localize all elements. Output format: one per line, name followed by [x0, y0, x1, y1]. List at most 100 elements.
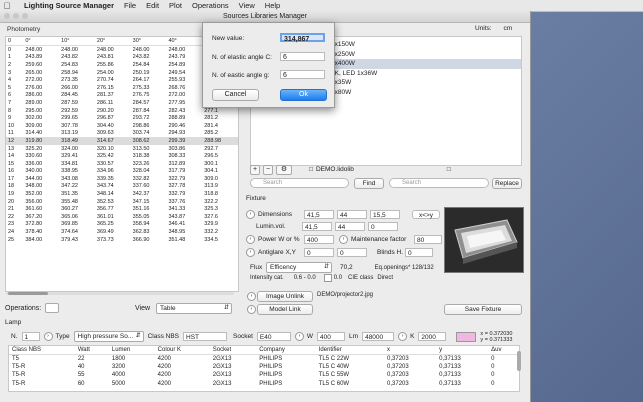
- photometry-cell[interactable]: 268.76: [166, 84, 202, 92]
- photometry-cell[interactable]: 355.48: [59, 198, 95, 206]
- photometry-cell[interactable]: 351.35: [59, 190, 95, 198]
- photometry-cell[interactable]: 384.00: [23, 236, 59, 244]
- photometry-cell[interactable]: 334.81: [59, 160, 95, 168]
- photometry-cell[interactable]: 329.41: [59, 152, 95, 160]
- antiglare-y-field[interactable]: 0: [337, 248, 367, 257]
- photometry-cell[interactable]: 9: [6, 114, 23, 122]
- photometry-cell[interactable]: 285.2: [202, 130, 238, 138]
- photometry-cell[interactable]: 348.95: [166, 228, 202, 236]
- zoom-window-icon[interactable]: [22, 13, 28, 19]
- menu-help[interactable]: Help: [265, 1, 280, 10]
- photometry-cell[interactable]: 317.79: [166, 168, 202, 176]
- photometry-cell[interactable]: 378.40: [23, 228, 59, 236]
- photometry-cell[interactable]: 307.78: [59, 122, 95, 130]
- photometry-cell[interactable]: 255.86: [95, 61, 131, 69]
- photometry-cell[interactable]: 369.49: [95, 228, 131, 236]
- photometry-cell[interactable]: 292.59: [59, 107, 95, 115]
- photometry-cell[interactable]: 356.00: [23, 198, 59, 206]
- photometry-cell[interactable]: 294.93: [166, 130, 202, 138]
- photometry-cell[interactable]: 366.90: [131, 236, 167, 244]
- photometry-cell[interactable]: 286.11: [95, 99, 131, 107]
- photometry-row[interactable]: 15 336.00 334.81 330.57 323.26 312.89 300.1: [6, 160, 238, 168]
- model-link-button[interactable]: Model Link: [257, 304, 313, 315]
- photometry-cell[interactable]: 322.2: [202, 198, 238, 206]
- photometry-cell[interactable]: 309.63: [95, 130, 131, 138]
- photometry-cell[interactable]: 5: [6, 84, 23, 92]
- photometry-cell[interactable]: 272.00: [23, 76, 59, 84]
- photometry-cell[interactable]: 365.06: [59, 213, 95, 221]
- photometry-row[interactable]: 13 325.20 324.00 320.10 313.50 303.86 292.7: [6, 145, 238, 153]
- photometry-cell[interactable]: 302.00: [23, 114, 59, 122]
- photometry-cell[interactable]: 296.5: [202, 152, 238, 160]
- photometry-cell[interactable]: 243.81: [95, 54, 131, 62]
- photometry-cell[interactable]: 16: [6, 168, 23, 176]
- photometry-cell[interactable]: 300.1: [202, 160, 238, 168]
- photometry-cell[interactable]: 336.00: [23, 160, 59, 168]
- photometry-cell[interactable]: 284.45: [59, 92, 95, 100]
- photometry-cell[interactable]: 4: [6, 76, 23, 84]
- photometry-cell[interactable]: 6: [6, 92, 23, 100]
- photometry-cell[interactable]: 2: [6, 61, 23, 69]
- lamp-type-select[interactable]: High pressure So... ⇵: [73, 331, 144, 342]
- photometry-cell[interactable]: 276.00: [23, 84, 59, 92]
- photometry-cell[interactable]: 332.82: [131, 175, 167, 183]
- photometry-cell[interactable]: 7: [6, 99, 23, 107]
- photometry-cell[interactable]: 24: [6, 228, 23, 236]
- photometry-cell[interactable]: 344.00: [23, 175, 59, 183]
- chevron-right-icon[interactable]: ›: [246, 235, 255, 244]
- lamp-table-row[interactable]: T5-R 55 4000 4200 2GX13 PHILIPS TL5 C 55W 0,372…: [9, 371, 519, 379]
- photometry-cell[interactable]: 318.38: [131, 152, 167, 160]
- photometry-cell[interactable]: 313.19: [59, 130, 95, 138]
- photometry-cell[interactable]: 351.16: [131, 205, 167, 213]
- power-field[interactable]: 400: [304, 235, 334, 244]
- photometry-row[interactable]: 20 356.00 355.48 352.53 347.15 337.76 322.2: [6, 198, 238, 206]
- photometry-cell[interactable]: 319.80: [23, 137, 60, 145]
- photometry-cell[interactable]: 20: [6, 198, 23, 206]
- socket-field[interactable]: E40: [256, 332, 291, 341]
- photometry-cell[interactable]: 313.50: [131, 145, 167, 153]
- photometry-cell[interactable]: 292.7: [202, 145, 238, 153]
- photometry-cell[interactable]: 334.5: [202, 236, 238, 244]
- photometry-cell[interactable]: 343.74: [95, 183, 131, 191]
- photometry-cell[interactable]: 365.25: [95, 221, 131, 229]
- elastic-g-field[interactable]: 6: [280, 70, 325, 79]
- photometry-row[interactable]: 23 372.80 369.85 365.25 358.94 346.41 329.9: [6, 221, 238, 229]
- photometry-row[interactable]: 17 344.00 343.08 339.35 332.82 322.79 309.0: [6, 175, 238, 183]
- photometry-cell[interactable]: 248.00: [95, 46, 131, 54]
- remove-icon[interactable]: −: [263, 164, 273, 175]
- photometry-cell[interactable]: 342.37: [131, 190, 167, 198]
- lumin-vol-x-field[interactable]: 41,5: [302, 222, 332, 231]
- menu-view[interactable]: View: [239, 1, 255, 10]
- photometry-cell[interactable]: 273.35: [59, 76, 95, 84]
- photometry-cell[interactable]: 265.00: [23, 69, 59, 77]
- photometry-cell[interactable]: 343.08: [59, 175, 95, 183]
- lamp-column-header[interactable]: Lumen: [108, 346, 155, 355]
- photometry-cell[interactable]: 322.79: [166, 175, 202, 183]
- photometry-cell[interactable]: 324.00: [59, 145, 95, 153]
- dimension-z-field[interactable]: 15,5: [370, 210, 400, 219]
- photometry-cell[interactable]: 287.59: [59, 99, 95, 107]
- photometry-row[interactable]: 18 348.00 347.22 343.74 337.60 327.78 313.9: [6, 183, 238, 191]
- photometry-cell[interactable]: 17: [6, 175, 23, 183]
- photometry-cell[interactable]: 343.87: [166, 213, 202, 221]
- lumen-field[interactable]: 48000: [362, 332, 395, 341]
- photometry-cell[interactable]: 254.84: [131, 61, 167, 69]
- lamp-table-scrollbar[interactable]: [517, 351, 521, 371]
- photometry-row[interactable]: 12 319.80 318.49 314.67 308.62 299.39 288.98: [6, 137, 238, 145]
- photometry-cell[interactable]: 0: [6, 46, 23, 54]
- photometry-cell[interactable]: 286.00: [23, 92, 59, 100]
- photometry-cell[interactable]: 243.82: [59, 54, 95, 62]
- watt-field[interactable]: 400: [317, 332, 346, 341]
- photometry-cell[interactable]: 23: [6, 221, 23, 229]
- photometry-cell[interactable]: 248.00: [59, 46, 95, 54]
- photometry-cell[interactable]: 327.78: [166, 183, 202, 191]
- lamp-table[interactable]: Class NBS Watt Lumen Colour K Socket Company I…: [8, 345, 520, 392]
- photometry-cell[interactable]: 308.33: [166, 152, 202, 160]
- photometry-cell[interactable]: 254.00: [95, 69, 131, 77]
- photometry-cell[interactable]: 259.60: [23, 61, 59, 69]
- photometry-cell[interactable]: 325.20: [23, 145, 59, 153]
- chevron-right-icon[interactable]: ›: [43, 332, 53, 341]
- photometry-row[interactable]: 22 367.20 365.06 361.01 355.05 343.87 327.6: [6, 213, 238, 221]
- photometry-cell[interactable]: 1: [6, 54, 23, 62]
- photometry-row[interactable]: 21 361.60 360.27 356.77 351.16 341.33 325.3: [6, 205, 238, 213]
